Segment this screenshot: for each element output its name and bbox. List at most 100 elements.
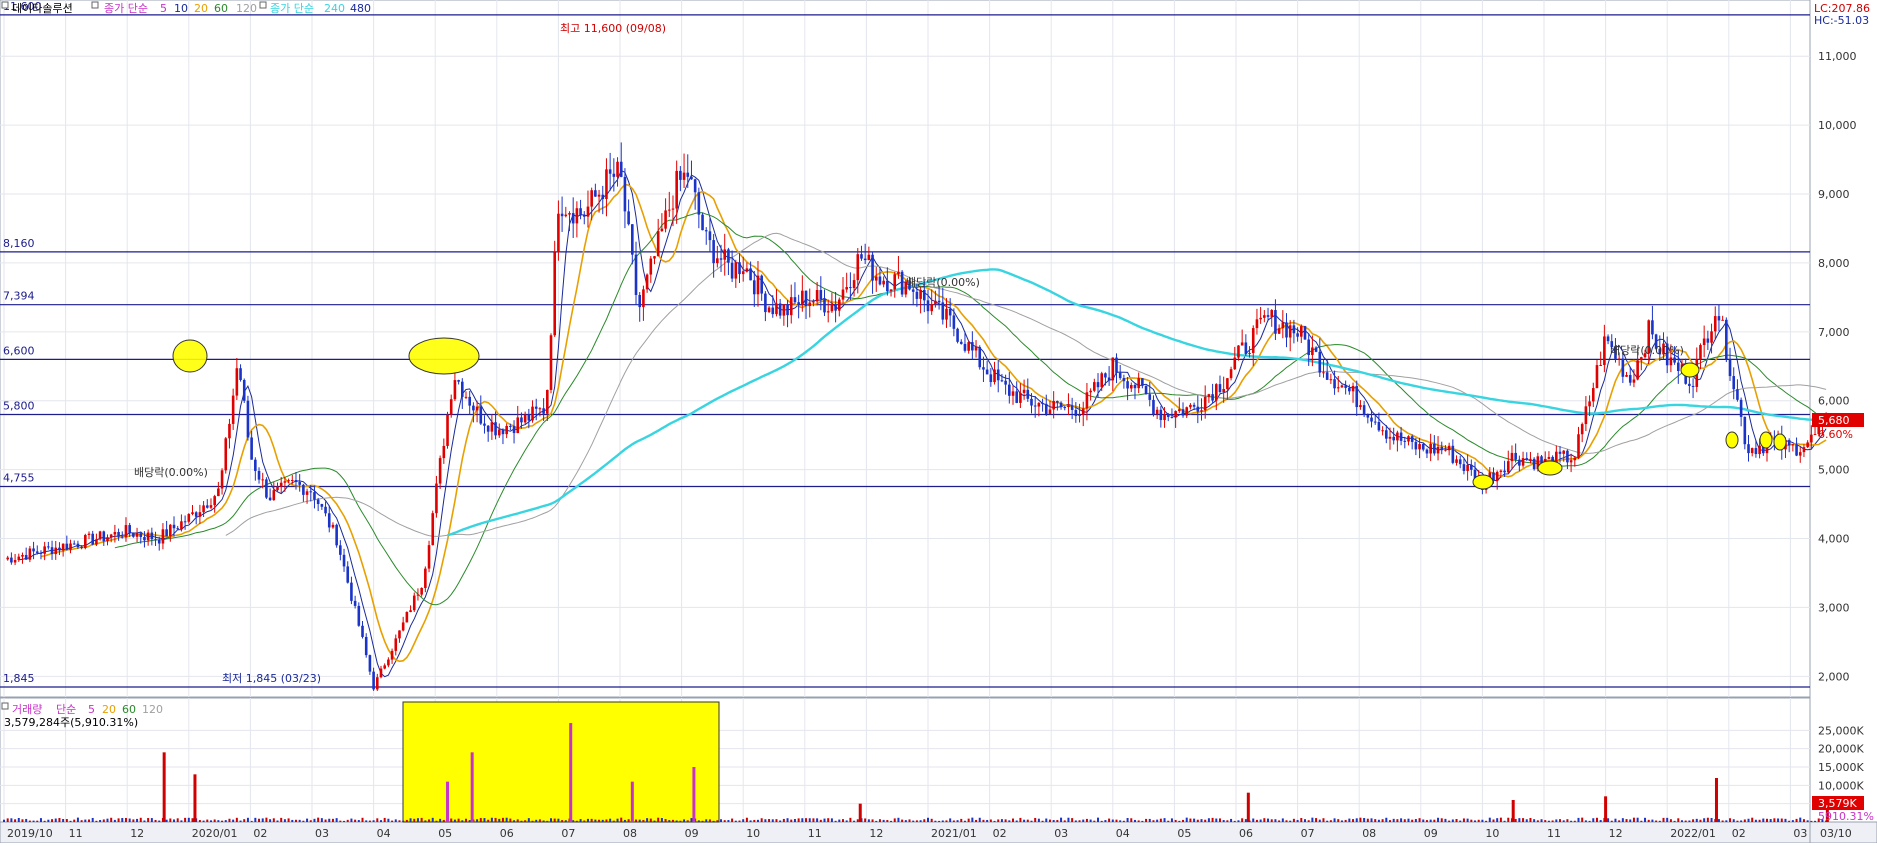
volume-bar <box>712 820 715 822</box>
volume-tick-label: 25,000K <box>1818 724 1864 737</box>
volume-bar <box>309 820 312 822</box>
candle-body <box>490 422 494 432</box>
level-label: 7,394 <box>3 290 35 303</box>
volume-bar <box>476 819 479 822</box>
x-tick-label: 07 <box>561 827 575 840</box>
candle-body <box>1532 458 1536 470</box>
candle-body <box>84 535 87 548</box>
candle-body <box>801 290 804 305</box>
volume-bar <box>516 819 519 822</box>
candle-body <box>1163 414 1166 421</box>
candle-body <box>1362 405 1366 415</box>
candle-body <box>1288 325 1292 338</box>
volume-bar <box>923 819 926 822</box>
candle-body <box>608 169 612 174</box>
x-tick-label: 2020/01 <box>192 827 238 840</box>
x-tick-label: 02 <box>253 827 267 840</box>
x-tick-label: 08 <box>1362 827 1376 840</box>
price-panel[interactable] <box>0 0 1811 698</box>
volume-bar <box>73 819 76 822</box>
volume-bar <box>457 818 460 822</box>
candle-body <box>69 543 72 550</box>
volume-bar <box>394 819 397 822</box>
x-tick-label: 08 <box>623 827 637 840</box>
volume-bar <box>335 818 338 822</box>
volume-bar <box>1300 818 1303 822</box>
candle-body <box>1370 417 1373 422</box>
volume-bar <box>442 819 445 822</box>
candle-body <box>597 194 601 197</box>
volume-bar <box>945 820 948 822</box>
candle-body <box>169 524 172 537</box>
candle-body <box>1048 409 1052 414</box>
volume-bar <box>1263 818 1266 822</box>
highlight-ellipse <box>408 337 480 375</box>
volume-bar <box>21 819 24 822</box>
candle-body <box>1033 405 1037 407</box>
volume-bar <box>1063 820 1066 822</box>
low-annotation: 최저 1,845 (03/23) <box>222 672 321 685</box>
candle-body <box>283 481 287 483</box>
volume-bar <box>169 818 172 822</box>
volume-settings-icon[interactable] <box>1 702 9 710</box>
volume-bar <box>660 818 663 822</box>
candle-body <box>1000 380 1004 382</box>
volume-bar <box>1100 820 1103 822</box>
volume-bar <box>1562 820 1565 822</box>
ma-settings-icon[interactable] <box>91 1 99 9</box>
candle-body <box>438 458 442 484</box>
volume-bar <box>849 817 852 822</box>
volume-bar <box>1736 820 1739 822</box>
stock-chart[interactable]: 11,600 8,160 7,394 6,600 5,800 4,755 1,845 11,… <box>0 0 1877 844</box>
volume-bar <box>771 819 774 822</box>
volume-bar <box>1573 820 1576 822</box>
volume-bar <box>1680 820 1683 822</box>
volume-bar <box>198 820 201 822</box>
settings-icon[interactable] <box>1 1 9 9</box>
candle-body <box>124 525 128 538</box>
volume-bar <box>10 818 13 822</box>
candle-body <box>494 422 497 436</box>
volume-bar <box>202 820 205 822</box>
volume-bar <box>686 820 689 822</box>
volume-bar <box>952 820 955 822</box>
candle-body <box>313 492 316 500</box>
volume-bar <box>221 820 224 822</box>
candle-body <box>132 532 135 537</box>
candle-body <box>845 287 848 290</box>
candle-body <box>1070 405 1074 410</box>
volume-bar <box>465 818 467 822</box>
chart-canvas[interactable]: 11,6008,1607,3946,6005,8004,7551,845 11,… <box>0 0 1877 844</box>
volume-bar <box>904 820 907 822</box>
volume-bar <box>494 817 497 822</box>
candle-body <box>1750 448 1754 454</box>
volume-bar <box>642 819 645 822</box>
candle-body <box>183 521 187 523</box>
candle-body <box>789 297 793 316</box>
volume-bar <box>76 817 79 822</box>
dividend-annotation-2019: 배당락(0.00%) <box>134 466 208 479</box>
candle-body <box>1813 434 1817 436</box>
volume-bar <box>886 820 889 822</box>
volume-bar <box>834 820 837 822</box>
ma-long-settings-icon[interactable] <box>259 1 267 9</box>
candle-body <box>1333 379 1336 389</box>
candle-body <box>631 224 634 255</box>
candle-body <box>1211 394 1214 401</box>
volume-bar <box>17 818 20 822</box>
volume-bar <box>1048 819 1051 822</box>
volume-bar <box>705 819 708 822</box>
candle-body <box>194 512 198 517</box>
volume-bar <box>1540 819 1543 822</box>
volume-bar <box>276 820 279 822</box>
candle-body <box>39 552 43 554</box>
candle-body <box>442 445 446 459</box>
volume-bar <box>1337 819 1340 822</box>
volume-bar <box>1026 819 1029 822</box>
volume-bar <box>1673 820 1676 822</box>
volume-bar <box>812 818 815 822</box>
volume-bar <box>213 819 216 822</box>
candle-body <box>346 566 350 583</box>
volume-bar <box>1233 820 1236 822</box>
volume-bar <box>823 818 826 822</box>
